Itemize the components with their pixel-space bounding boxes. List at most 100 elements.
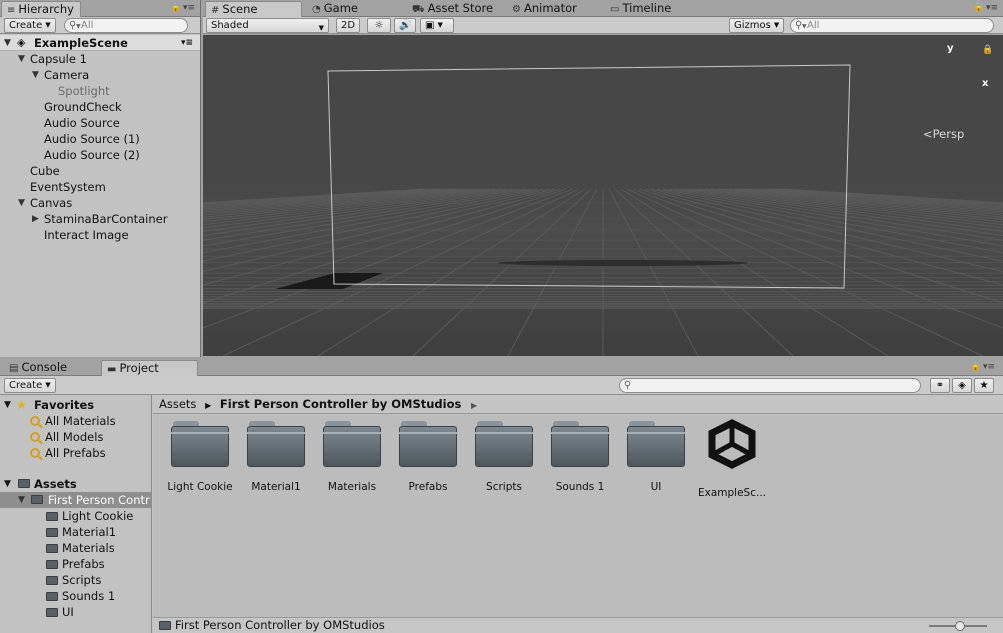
tab-game[interactable]: ◔ Game <box>307 1 364 17</box>
folder-icon <box>46 544 58 553</box>
breadcrumb-current[interactable]: First Person Controller by OMStudios <box>220 397 461 411</box>
console-icon: ▤ <box>9 363 19 374</box>
project-create-button[interactable]: Create ▼ <box>4 378 56 393</box>
hierarchy-item[interactable]: ▼ Camera <box>0 67 200 83</box>
lock-icon[interactable]: 🔒 <box>970 362 981 372</box>
expand-arrow-icon[interactable]: ▼ <box>18 195 25 211</box>
favorites-item[interactable]: All Materials <box>30 413 116 429</box>
hierarchy-item[interactable]: ▼ Canvas <box>0 195 200 211</box>
tab-animator[interactable]: ⚙ Animator <box>507 1 583 17</box>
lock-icon[interactable]: 🔒 <box>973 3 984 13</box>
assets-child-folder[interactable]: Light Cookie <box>46 508 133 524</box>
chevron-down-icon: ▼ <box>76 23 81 30</box>
hierarchy-item[interactable]: Audio Source (1) <box>0 131 200 147</box>
hierarchy-panel: ≡ Hierarchy 🔒 ▾≡ Create ▼ ⚲ ▼ All ▼ ◈ Examp… <box>0 0 201 357</box>
filter-by-type-button[interactable]: ⚭ <box>930 378 950 393</box>
tab-scene[interactable]: # Scene <box>205 1 302 17</box>
hierarchy-item-label: StaminaBarContainer <box>44 212 168 226</box>
tab-timeline[interactable]: ▭ Timeline <box>605 1 677 17</box>
tab-asset-store[interactable]: ⛟ Asset Store <box>407 1 499 17</box>
tab-console[interactable]: ▤ Console <box>4 360 73 376</box>
gizmo-x-label[interactable]: x <box>982 78 988 89</box>
scene-viewport[interactable]: y 🔒 x <Persp <box>203 35 1003 356</box>
hierarchy-item[interactable]: Spotlight <box>0 83 200 99</box>
favorites-item[interactable]: All Models <box>30 429 103 445</box>
tab-hierarchy[interactable]: ≡ Hierarchy <box>1 1 81 17</box>
slider-handle[interactable] <box>955 621 965 631</box>
assets-child-folder[interactable]: Prefabs <box>46 556 105 572</box>
project-search-input[interactable]: ⚲ <box>619 378 921 393</box>
hierarchy-item[interactable]: Interact Image <box>0 227 200 243</box>
expand-arrow-icon[interactable]: ▼ <box>4 35 11 51</box>
hierarchy-item[interactable]: GroundCheck <box>0 99 200 115</box>
hierarchy-item-label: Interact Image <box>44 228 129 242</box>
hierarchy-item[interactable]: ▶ StaminaBarContainer <box>0 211 200 227</box>
panel-menu-icon[interactable]: ▾≡ <box>986 3 998 13</box>
panel-menu-icon[interactable]: ▾≡ <box>983 362 995 372</box>
effects-dropdown[interactable]: ▣ ▼ <box>420 18 454 33</box>
scene-view-canvas[interactable] <box>203 35 1003 356</box>
assets-child-folder[interactable]: Materials <box>46 540 115 556</box>
lock-icon[interactable]: 🔒 <box>170 3 181 13</box>
hierarchy-item-label: Audio Source (2) <box>44 148 140 162</box>
lock-icon[interactable]: 🔒 <box>982 45 993 55</box>
asset-folder[interactable]: Sounds 1 <box>545 421 615 493</box>
hierarchy-search-input[interactable]: ⚲ ▼ All <box>64 18 188 33</box>
star-icon: ★ <box>979 380 989 391</box>
expand-arrow-icon[interactable]: ▼ <box>4 397 11 413</box>
hierarchy-item-label: Camera <box>44 68 90 82</box>
audio-toggle[interactable]: 🔊 <box>394 18 416 33</box>
persp-toggle[interactable]: <Persp <box>923 127 964 141</box>
expand-arrow-icon[interactable]: ▼ <box>18 492 25 508</box>
search-icon: ⚲ <box>624 380 632 391</box>
filter-by-label-button[interactable]: ◈ <box>952 378 972 393</box>
expand-arrow-icon[interactable]: ▼ <box>32 67 39 83</box>
hierarchy-item[interactable]: Cube <box>0 163 200 179</box>
expand-arrow-icon[interactable]: ▼ <box>4 476 11 492</box>
scene-tabbar: # Scene ◔ Game ⛟ Asset Store ⚙ Animator ▭ Timelin… <box>203 0 1003 17</box>
breadcrumb-root[interactable]: Assets <box>159 397 196 411</box>
asset-folder[interactable]: Materials <box>317 421 387 493</box>
assets-child-folder[interactable]: Sounds 1 <box>46 588 115 604</box>
search-filter-icon <box>30 416 40 426</box>
asset-folder[interactable]: Scripts <box>469 421 539 493</box>
sun-icon: ☼ <box>374 20 384 31</box>
asset-folder[interactable]: UI <box>621 421 691 493</box>
scene-search-input[interactable]: ⚲ ▼ All <box>790 18 994 33</box>
tab-project[interactable]: ▬ Project <box>101 360 198 376</box>
mode-2d-toggle[interactable]: 2D <box>336 18 361 33</box>
assets-selected-folder[interactable]: ▼ First Person Contr <box>0 492 152 508</box>
asset-folder[interactable]: Prefabs <box>393 421 463 493</box>
assets-child-folder[interactable]: Material1 <box>46 524 116 540</box>
hierarchy-item-label: Canvas <box>30 196 73 210</box>
gizmo-y-label[interactable]: y <box>947 43 954 54</box>
folder-icon <box>551 421 609 467</box>
expand-arrow-icon[interactable]: ▶ <box>32 211 39 227</box>
hierarchy-item-label: EventSystem <box>30 180 106 194</box>
hierarchy-list-icon: ≡ <box>7 5 16 16</box>
folder-icon <box>323 421 381 467</box>
project-panel: ▤ Console ▬ Project 🔒 ▾≡ Create ▼ ⚲ ⚭ ◈ ★ ▼… <box>0 359 1003 633</box>
icon-size-slider[interactable] <box>929 621 987 631</box>
hierarchy-item[interactable]: Audio Source <box>0 115 200 131</box>
asset-folder[interactable]: Material1 <box>241 421 311 493</box>
favorite-button[interactable]: ★ <box>974 378 994 393</box>
hierarchy-create-button[interactable]: Create ▼ <box>4 18 56 33</box>
lighting-toggle[interactable]: ☼ <box>367 18 391 33</box>
asset-scene-file[interactable]: ExampleSc... <box>697 419 767 499</box>
hierarchy-item[interactable]: Audio Source (2) <box>0 147 200 163</box>
shading-mode-dropdown[interactable]: Shaded ▼ <box>206 18 329 33</box>
hierarchy-item-label: GroundCheck <box>44 100 122 114</box>
assets-child-folder[interactable]: UI <box>46 604 74 620</box>
scene-root-row[interactable]: ▼ ◈ ExampleScene ▾≡ <box>0 35 200 51</box>
hierarchy-item[interactable]: ▼ Capsule 1 <box>0 51 200 67</box>
assets-child-folder[interactable]: Scripts <box>46 572 101 588</box>
asset-folder[interactable]: Light Cookie <box>165 421 235 493</box>
scene-menu-icon[interactable]: ▾≡ <box>181 35 193 51</box>
panel-menu-icon[interactable]: ▾≡ <box>183 3 195 13</box>
hierarchy-item[interactable]: EventSystem <box>0 179 200 195</box>
favorites-item[interactable]: All Prefabs <box>30 445 106 461</box>
gizmos-dropdown[interactable]: Gizmos ▼ <box>729 18 785 33</box>
expand-arrow-icon[interactable]: ▼ <box>18 51 25 67</box>
unity-scene-icon: ◈ <box>17 36 26 49</box>
